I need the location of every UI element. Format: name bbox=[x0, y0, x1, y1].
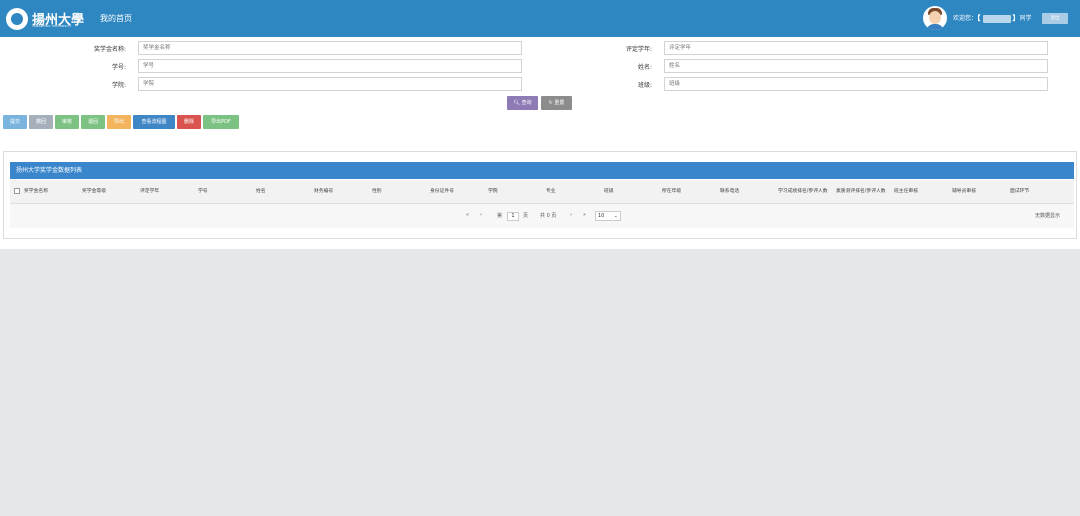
column-header[interactable]: 姓名 bbox=[256, 180, 312, 204]
logo-english: YANGZHOU UNIVERSITY bbox=[32, 24, 72, 28]
nav-home-link[interactable]: 我的首页 bbox=[100, 13, 132, 24]
column-header[interactable]: 学号 bbox=[198, 180, 254, 204]
column-header[interactable]: 身份证件号 bbox=[430, 180, 486, 204]
review-button[interactable]: 审核 bbox=[55, 115, 79, 129]
column-header[interactable]: 性别 bbox=[372, 180, 428, 204]
top-header: 揚州大學 YANGZHOU UNIVERSITY 我的首页 欢迎您：【 】同学 退… bbox=[0, 0, 1080, 37]
reset-label: 重置 bbox=[554, 100, 565, 106]
view-flowchart-button[interactable]: 查看流程图 bbox=[133, 115, 175, 129]
bracket-close: 】 bbox=[1012, 14, 1020, 22]
name-label: 姓名: bbox=[637, 64, 652, 71]
search-button[interactable]: 🔍︎ 查询 bbox=[507, 96, 538, 110]
column-header[interactable]: 所在年级 bbox=[662, 180, 718, 204]
college-label: 学院: bbox=[111, 82, 126, 89]
total-pages: 共 0 页 bbox=[540, 213, 557, 219]
table-header: 奖学金名称 奖学金等级 评定学年 学号 姓名 财务编号 性别 身份证件号 学院 … bbox=[10, 180, 1074, 204]
column-header[interactable]: 辅导员审核 bbox=[952, 180, 1008, 204]
avatar-body bbox=[926, 24, 944, 30]
last-page-button[interactable]: » bbox=[583, 212, 586, 218]
delete-button[interactable]: 删除 bbox=[177, 115, 201, 129]
submit-button[interactable]: 提交 bbox=[3, 115, 27, 129]
page-size-select[interactable]: 10 ⌄ bbox=[595, 211, 621, 221]
user-role: 同学 bbox=[1019, 15, 1032, 22]
search-icon: 🔍︎ bbox=[513, 100, 520, 106]
first-page-button[interactable]: « bbox=[466, 212, 469, 218]
column-header[interactable]: 班主任审核 bbox=[894, 180, 950, 204]
college-input[interactable] bbox=[138, 77, 522, 91]
name-input[interactable] bbox=[664, 59, 1048, 73]
column-header[interactable]: 学习成绩排名/参评人数 bbox=[778, 180, 834, 204]
column-header[interactable]: 素质测评排名/参评人数 bbox=[836, 180, 892, 204]
welcome-text: 欢迎您：【 】同学 bbox=[953, 13, 1032, 23]
university-seal-icon bbox=[6, 8, 28, 30]
academic-year-input[interactable] bbox=[664, 41, 1048, 55]
column-header[interactable]: 奖学金等级 bbox=[82, 180, 138, 204]
page-suffix: 页 bbox=[523, 213, 529, 219]
logout-button[interactable]: 退出 bbox=[1042, 13, 1068, 24]
university-logo[interactable]: 揚州大學 YANGZHOU UNIVERSITY bbox=[6, 6, 86, 32]
page-number-input[interactable]: 1 bbox=[507, 212, 519, 221]
user-avatar[interactable] bbox=[923, 6, 947, 30]
masked-username bbox=[982, 14, 1011, 23]
export-pdf-button[interactable]: 导出PDF bbox=[203, 115, 239, 129]
column-header[interactable]: 面试环节 bbox=[1010, 180, 1066, 204]
prev-page-button[interactable]: ‹ bbox=[480, 212, 482, 218]
student-id-input[interactable] bbox=[138, 59, 522, 73]
scholarship-name-label: 奖学金名称: bbox=[93, 46, 126, 53]
pagination-bar: « ‹ 第 1 页 共 0 页 › » 10 ⌄ 无数据显示 bbox=[10, 204, 1074, 228]
scholarship-name-input[interactable] bbox=[138, 41, 522, 55]
academic-year-label: 评定学年: bbox=[625, 46, 652, 53]
page-prefix: 第 bbox=[497, 213, 503, 219]
withdraw-button[interactable]: 撤回 bbox=[29, 115, 53, 129]
reset-button[interactable]: ↻ 重置 bbox=[541, 96, 572, 110]
avatar-face bbox=[929, 11, 941, 24]
select-all-checkbox[interactable] bbox=[14, 188, 20, 194]
column-header[interactable]: 联系电话 bbox=[720, 180, 776, 204]
welcome-prefix: 欢迎您： bbox=[953, 15, 978, 22]
return-button[interactable]: 退回 bbox=[81, 115, 105, 129]
data-panel: 扬州大学奖学金数据列表 奖学金名称 奖学金等级 评定学年 学号 姓名 财务编号 … bbox=[3, 151, 1077, 239]
column-header[interactable]: 评定学年 bbox=[140, 180, 196, 204]
main-content: 奖学金名称: 评定学年: 学号: 姓名: 学院: 班级: 🔍︎ 查询 ↻ 重置 … bbox=[0, 37, 1080, 249]
reset-icon: ↻ bbox=[548, 100, 553, 106]
next-page-button[interactable]: › bbox=[570, 212, 572, 218]
column-header[interactable]: 奖学金名称 bbox=[24, 180, 80, 204]
chevron-down-icon: ⌄ bbox=[613, 213, 618, 219]
empty-data-text: 无数据显示 bbox=[1035, 213, 1061, 219]
column-header[interactable]: 财务编号 bbox=[314, 180, 370, 204]
column-header[interactable]: 班级 bbox=[604, 180, 660, 204]
student-id-label: 学号: bbox=[111, 64, 126, 71]
page-size-value: 10 bbox=[598, 213, 605, 219]
bracket-open: 【 bbox=[977, 14, 981, 22]
search-label: 查询 bbox=[521, 100, 532, 106]
export-button[interactable]: 导出 bbox=[107, 115, 131, 129]
table-title: 扬州大学奖学金数据列表 bbox=[10, 162, 1074, 179]
class-label: 班级: bbox=[637, 82, 652, 89]
column-header[interactable]: 专业 bbox=[546, 180, 602, 204]
class-input[interactable] bbox=[664, 77, 1048, 91]
column-header[interactable]: 学院 bbox=[488, 180, 544, 204]
